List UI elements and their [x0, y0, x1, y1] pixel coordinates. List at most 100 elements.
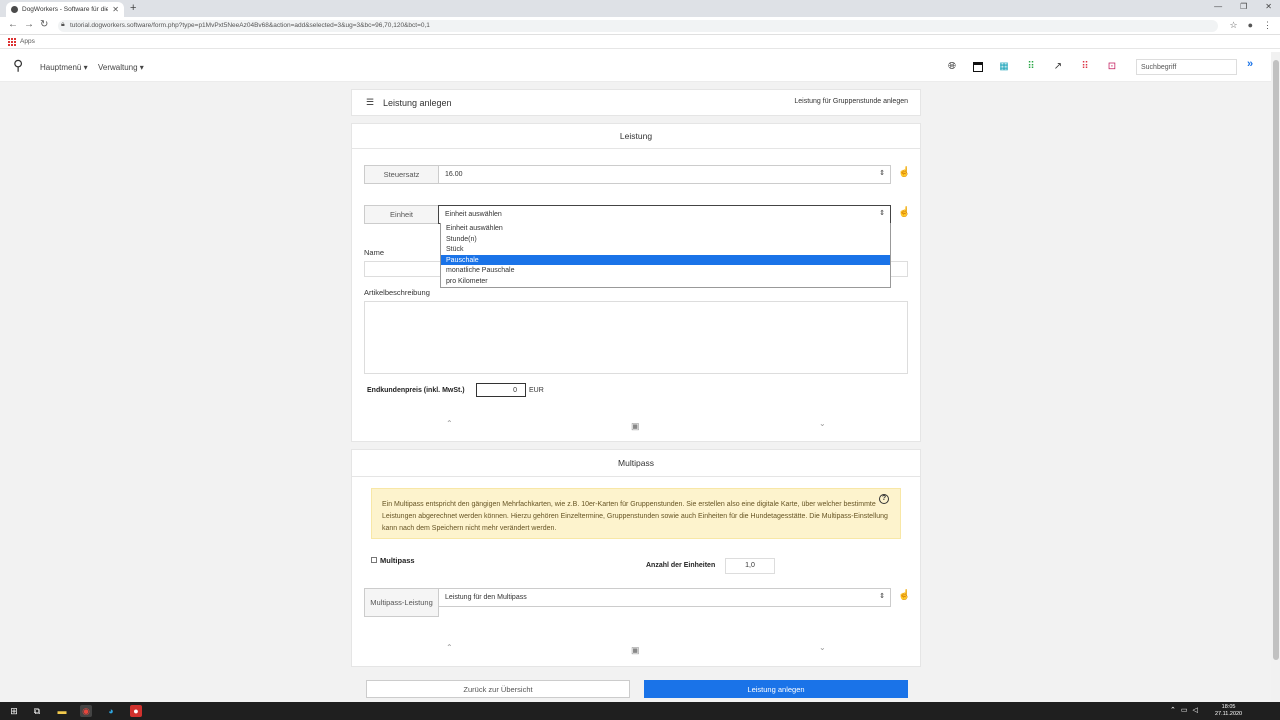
url-field[interactable]: 🔒︎ tutorial.dogworkers.software/form.php… [58, 20, 1218, 32]
apps-green-icon[interactable]: ⠿ [1025, 61, 1037, 73]
forward-icon[interactable]: → [24, 19, 34, 30]
edge-icon[interactable]: ◕ [105, 705, 117, 717]
steuersatz-select[interactable]: 16.00 ⇕ [438, 165, 891, 184]
minimize-icon[interactable]: — [1214, 2, 1222, 11]
multipass-leistung-select[interactable]: Leistung für den Multipass ⇕ [438, 588, 891, 607]
browser-tab[interactable]: DogWorkers - Software für die H ✕ [6, 2, 124, 17]
windows-taskbar: ⊞ ⧉ ▬ ◉ ◕ ● ⌃ ▭ ◁ 18:05 27.11.2020 [0, 702, 1280, 720]
save-icon[interactable]: ▣ [631, 421, 640, 432]
steuersatz-value: 16.00 [445, 171, 463, 178]
network-icon[interactable]: ▭ [1181, 706, 1188, 714]
einheit-dropdown-list: Einheit auswählen Stunde(n) Stück Pausch… [440, 223, 891, 288]
back-icon[interactable]: ← [8, 19, 18, 30]
menu-verwaltung[interactable]: Verwaltung ▾ [98, 63, 144, 72]
menu-hauptmenu[interactable]: Hauptmenü ▾ [40, 63, 88, 72]
steuersatz-label: Steuersatz [364, 165, 439, 184]
anzahl-label: Anzahl der Einheiten [646, 562, 716, 569]
chevron-up-icon[interactable]: ⌃ [446, 643, 453, 652]
dropdown-option[interactable]: pro Kilometer [441, 276, 890, 287]
scrollbar-thumb[interactable] [1273, 60, 1279, 660]
dropdown-option[interactable]: Stück [441, 244, 890, 255]
artikelbeschreibung-textarea[interactable] [364, 301, 908, 374]
page-title: Leistung anlegen [383, 98, 452, 108]
price-label: Endkundenpreis (inkl. MwSt.) [367, 387, 465, 394]
einheit-value: Einheit auswählen [445, 211, 502, 218]
price-input[interactable]: 0 [476, 383, 526, 397]
name-label: Name [364, 248, 385, 257]
logo-icon[interactable]: ⚲ [13, 57, 23, 74]
einheit-select[interactable]: Einheit auswählen ⇕ [438, 205, 891, 224]
browser-menu-icon[interactable]: ⋮ [1263, 20, 1272, 31]
app-header: ⚲ Hauptmenü ▾ Verwaltung ▾ 🌐︎ ▦ ⠿ ↗ ⠿ ⊡ [0, 52, 1271, 82]
restore-icon[interactable]: ❐ [1240, 2, 1247, 11]
create-leistung-button[interactable]: Leistung anlegen [644, 680, 908, 698]
url-text: tutorial.dogworkers.software/form.php?ty… [70, 22, 430, 29]
favicon-icon [11, 6, 18, 13]
multipass-leistung-value: Leistung für den Multipass [445, 594, 527, 601]
expand-icon[interactable]: » [1247, 58, 1253, 70]
clock-date: 27.11.2020 [1215, 711, 1243, 717]
task-view-icon[interactable]: ⧉ [31, 705, 43, 717]
multipass-card: Multipass [351, 449, 921, 667]
hand-pointer-icon[interactable]: ☝ [898, 590, 910, 601]
address-bar-row: ← → ↻ 🔒︎ tutorial.dogworkers.software/fo… [0, 17, 1280, 35]
chevron-up-icon[interactable]: ⌃ [446, 419, 453, 428]
multipass-info-alert: Ein Multipass entspricht den gängigen Me… [371, 488, 901, 539]
profile-icon[interactable]: ● [1248, 20, 1253, 31]
close-tab-icon[interactable]: ✕ [112, 5, 119, 14]
back-to-overview-button[interactable]: Zurück zur Übersicht [366, 680, 630, 698]
close-window-icon[interactable]: ✕ [1265, 2, 1272, 11]
chevron-down-icon[interactable]: ⌄ [819, 419, 826, 428]
new-tab-icon[interactable]: + [130, 2, 136, 14]
windows-start-icon[interactable]: ⊞ [8, 705, 20, 717]
globe-icon[interactable]: 🌐︎ [946, 61, 958, 73]
currency-label: EUR [529, 387, 544, 394]
list-icon: ☰ [366, 97, 375, 107]
gruppenstunde-link[interactable]: Leistung für Gruppenstunde anlegen [794, 98, 908, 105]
dropdown-option-selected[interactable]: Pauschale [441, 254, 890, 266]
tab-title: DogWorkers - Software für die H [22, 6, 109, 13]
hand-pointer-icon[interactable]: ☝ [898, 207, 910, 218]
clock-time: 18:05 [1221, 704, 1236, 710]
external-link-icon[interactable]: ↗ [1052, 61, 1064, 73]
logout-icon[interactable]: ⊡ [1106, 61, 1118, 73]
red-grid-icon[interactable]: ⠿ [1079, 61, 1091, 73]
hand-pointer-icon[interactable]: ☝ [898, 167, 910, 178]
tray-chevron-icon[interactable]: ⌃ [1170, 706, 1176, 714]
star-icon[interactable]: ☆ [1229, 20, 1237, 31]
chevron-down-icon[interactable]: ⌄ [819, 643, 826, 652]
lock-icon: 🔒︎ [61, 21, 65, 28]
reload-icon[interactable]: ↻ [40, 19, 48, 30]
calendar-icon[interactable] [973, 62, 983, 72]
anzahl-input[interactable]: 1,0 [725, 558, 775, 574]
select-arrows-icon: ⇕ [879, 593, 885, 600]
multipass-checkbox-label: Multipass [380, 556, 415, 565]
help-icon[interactable]: ? [879, 494, 889, 504]
leistung-section-title: Leistung [352, 124, 920, 149]
window-controls: — ❐ ✕ [1214, 2, 1272, 11]
taskbar-clock[interactable]: 18:05 27.11.2020 [1215, 704, 1242, 718]
form-header-card: ☰ Leistung anlegen Leistung für Gruppens… [351, 89, 921, 116]
select-arrows-icon: ⇕ [879, 170, 885, 177]
file-explorer-icon[interactable]: ▬ [56, 705, 68, 717]
select-arrows-icon: ⇕ [879, 210, 885, 217]
browser-tab-bar: DogWorkers - Software für die H ✕ + — ❐ … [0, 0, 1280, 17]
apps-grid-icon [8, 37, 16, 46]
multipass-checkbox[interactable] [371, 557, 377, 563]
system-tray: ⌃ ▭ ◁ [1170, 706, 1198, 714]
bookmark-apps[interactable]: Apps [20, 38, 35, 45]
dropdown-option[interactable]: Stunde(n) [441, 234, 890, 245]
multipass-leistung-label: Multipass-Leistung [364, 588, 439, 617]
dropdown-option[interactable]: Einheit auswählen [441, 223, 890, 234]
volume-icon[interactable]: ◁ [1193, 706, 1198, 714]
multipass-section-title: Multipass [352, 450, 920, 477]
dashboard-icon[interactable]: ▦ [998, 61, 1010, 73]
chrome-icon[interactable]: ◉ [80, 705, 92, 717]
bookmarks-bar: Apps [0, 35, 1280, 49]
artikelbeschreibung-label: Artikelbeschreibung [364, 288, 430, 297]
search-input[interactable]: Suchbegriff [1136, 59, 1237, 75]
app-red-icon[interactable]: ● [130, 705, 142, 717]
save-icon[interactable]: ▣ [631, 645, 640, 656]
dropdown-option[interactable]: monatliche Pauschale [441, 265, 890, 276]
einheit-label: Einheit [364, 205, 439, 224]
